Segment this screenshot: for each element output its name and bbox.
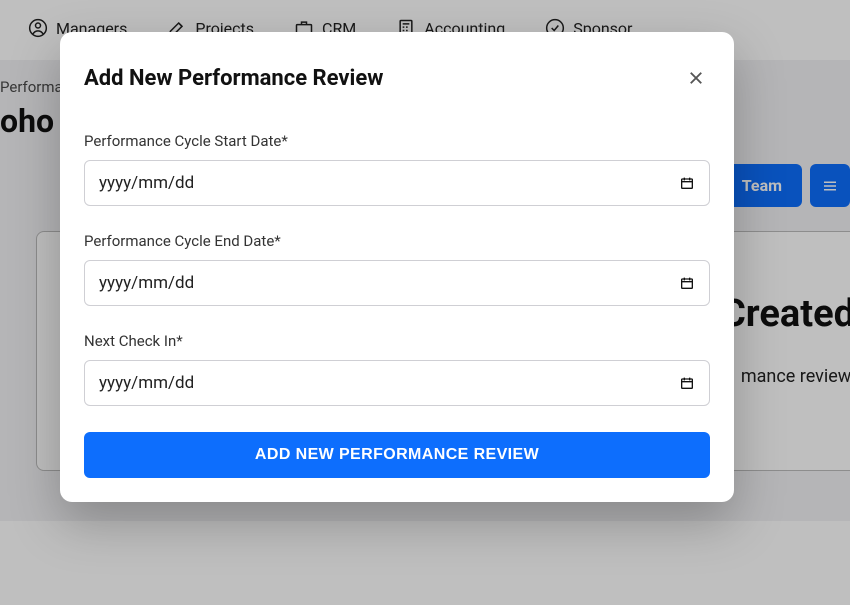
checkin-date-label: Next Check In* <box>84 332 710 350</box>
close-icon <box>687 69 705 87</box>
input-placeholder: yyyy/mm/dd <box>99 373 194 393</box>
end-date-label: Performance Cycle End Date* <box>84 232 710 250</box>
end-date-input[interactable]: yyyy/mm/dd <box>84 260 710 306</box>
calendar-icon <box>679 375 695 391</box>
start-date-input[interactable]: yyyy/mm/dd <box>84 160 710 206</box>
checkin-date-input[interactable]: yyyy/mm/dd <box>84 360 710 406</box>
add-review-modal: Add New Performance Review Performance C… <box>60 32 734 502</box>
calendar-icon <box>679 175 695 191</box>
start-date-label: Performance Cycle Start Date* <box>84 132 710 150</box>
close-button[interactable] <box>682 64 710 92</box>
submit-button[interactable]: Add New Performance Review <box>84 432 710 478</box>
modal-title: Add New Performance Review <box>84 66 383 91</box>
input-placeholder: yyyy/mm/dd <box>99 273 194 293</box>
input-placeholder: yyyy/mm/dd <box>99 173 194 193</box>
calendar-icon <box>679 275 695 291</box>
